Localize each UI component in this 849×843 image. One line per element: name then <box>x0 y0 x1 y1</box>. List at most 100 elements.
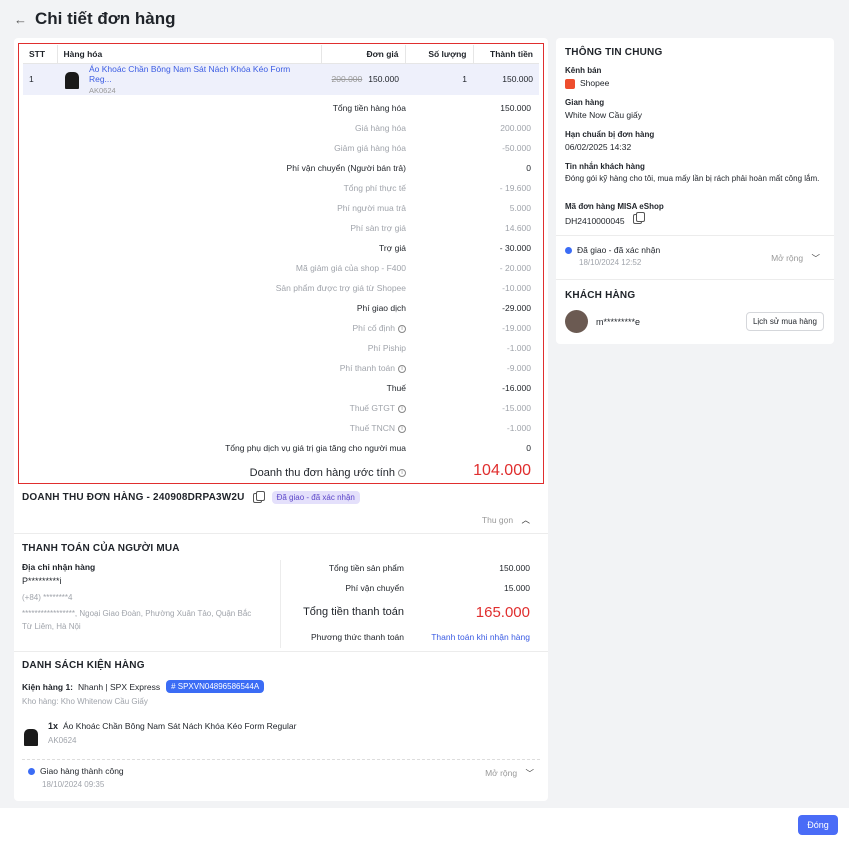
summary-row: Phí vận chuyển (Người bán trả) 0 <box>19 160 545 180</box>
col-qty: Số lượng <box>404 45 473 64</box>
summary-label: Phí Piship <box>367 343 406 353</box>
unit-price: 150.000 <box>368 74 399 84</box>
summary-value: -10.000 <box>502 283 531 293</box>
delivery-status: Giao hàng thành công <box>28 766 124 776</box>
summary-value: -9.000 <box>506 363 531 373</box>
order-title-row: DOANH THU ĐƠN HÀNG - 240908DRPA3W2U Đã g… <box>22 490 360 504</box>
status-timeline: Đã giao - đã xác nhận 18/10/2024 12:52 <box>565 245 660 267</box>
summary-label: Giảm giá hàng hóa <box>334 143 406 153</box>
summary-value: 0 <box>526 443 531 453</box>
warehouse: Kho hàng: Kho Whitenow Cầu Giấy <box>22 697 148 706</box>
arrow-left-icon[interactable]: ← <box>14 12 27 27</box>
summary-value: -29.000 <box>502 303 531 313</box>
summary-value: -16.000 <box>502 383 531 393</box>
col-stt: STT <box>23 45 57 64</box>
purchase-history-button[interactable]: Lịch sử mua hàng <box>745 312 824 331</box>
col-total: Thành tiền <box>472 45 539 64</box>
table-row: 1 Áo Khoác Chần Bông Nam Sát Nách Khóa K… <box>23 63 539 95</box>
summary-label: Thuế GTGT i <box>350 403 406 413</box>
summary-value: -15.000 <box>502 403 531 413</box>
collapse-button[interactable]: Thu gọn ︿ <box>482 514 530 526</box>
revenue-row: Doanh thu đơn hàng ước tính i 104.000 <box>19 459 545 485</box>
close-button[interactable]: Đóng <box>798 815 838 835</box>
delivery-date: 18/10/2024 09:35 <box>42 780 105 789</box>
summary-value: -19.000 <box>502 323 531 333</box>
address-label: Địa chỉ nhận hàng <box>22 562 96 572</box>
customer-title: KHÁCH HÀNG <box>565 290 636 301</box>
summary-label: Tổng phí thực tế <box>343 183 406 193</box>
summary-row: Tổng tiền hàng hóa 150.000 <box>19 100 545 120</box>
revenue-highlight-box: STT Hàng hóa Đơn giá Số lượng Thành tiền… <box>18 43 544 484</box>
check-circle-icon <box>565 247 572 255</box>
summary-value: -1.000 <box>506 423 531 433</box>
summary-label: Phí thanh toán i <box>340 363 406 373</box>
general-title: THÔNG TIN CHUNG <box>565 47 663 58</box>
expand-button[interactable]: Mở rộng ﹀ <box>771 252 820 264</box>
summary-value: 150.000 <box>500 103 531 113</box>
summary-label: Trợ giá <box>379 243 406 253</box>
chevron-up-icon: ︿ <box>521 515 530 525</box>
info-icon[interactable]: i <box>398 469 406 478</box>
summary-row: Phí người mua trả 5.000 <box>19 200 545 220</box>
package-line: Kiện hàng 1: Nhanh | SPX Express # SPXVN… <box>22 680 265 693</box>
summary-value: -1.000 <box>506 343 531 353</box>
summary-row: Tổng phụ dịch vụ giá trị gia tăng cho ng… <box>19 440 545 460</box>
chevron-down-icon: ﹀ <box>525 768 534 778</box>
revenue-value: 104.000 <box>473 462 531 479</box>
summary-value: 14.600 <box>505 223 531 233</box>
product-thumbnail <box>63 69 81 89</box>
divider <box>556 279 834 280</box>
summary-row: Sản phẩm được trợ giá từ Shopee -10.000 <box>19 280 545 300</box>
expand-button[interactable]: Mở rộng ﹀ <box>485 767 534 779</box>
footer-bar: Đóng <box>0 808 849 843</box>
product-thumbnail <box>22 726 40 746</box>
summary-label: Phí người mua trả <box>337 203 406 213</box>
summary-label: Thuế TNCN i <box>350 423 406 433</box>
copy-icon[interactable] <box>252 490 265 503</box>
revenue-label: Doanh thu đơn hàng ước tính <box>249 467 395 479</box>
summary-label: Phí cố định i <box>352 323 406 333</box>
divider <box>14 533 548 534</box>
summary-row: Phí giao dịch -29.000 <box>19 300 545 320</box>
summary-row: Thuế TNCN i -1.000 <box>19 420 545 440</box>
summary-label: Phí sàn trợ giá <box>350 223 406 233</box>
summary-value: 200.000 <box>500 123 531 133</box>
row-qty: 1 <box>405 63 473 95</box>
page-title: Chi tiết đơn hàng <box>35 9 176 28</box>
copy-icon[interactable] <box>632 212 645 224</box>
avatar <box>565 310 588 333</box>
payment-title: THANH TOÁN CỦA NGƯỜI MUA <box>22 543 180 554</box>
summary-row: Thuế -16.000 <box>19 380 545 400</box>
info-icon[interactable]: i <box>398 424 406 433</box>
order-title: DOANH THU ĐƠN HÀNG - 240908DRPA3W2U <box>22 492 245 503</box>
check-circle-icon <box>28 768 35 776</box>
tracking-code-tag[interactable]: # SPXVN04896586544A <box>166 680 265 693</box>
packages-title: DANH SÁCH KIỆN HÀNG <box>22 660 145 671</box>
order-detail-card: STT Hàng hóa Đơn giá Số lượng Thành tiền… <box>14 38 548 801</box>
summary-label: Thuế <box>386 383 406 393</box>
summary-label: Tổng tiền hàng hóa <box>332 103 406 113</box>
row-total: 150.000 <box>473 63 539 95</box>
recipient-address: *****************, Ngoại Giao Đoàn, Phườ… <box>22 609 252 631</box>
col-price: Đơn giá <box>320 45 405 64</box>
summary-row: Phí cố định i -19.000 <box>19 320 545 340</box>
info-icon[interactable]: i <box>398 404 406 413</box>
summary-value: - 19.600 <box>499 183 531 193</box>
summary-row: Phí Piship -1.000 <box>19 340 545 360</box>
shopee-icon <box>565 78 575 89</box>
status-badge: Đã giao - đã xác nhận <box>271 491 360 504</box>
summary-row: Mã giảm giá của shop - F400 - 20.000 <box>19 260 545 280</box>
product-link[interactable]: Áo Khoác Chần Bông Nam Sát Nách Khóa Kéo… <box>89 64 315 84</box>
summary-value: - 20.000 <box>499 263 531 273</box>
recipient-name: P*********i <box>22 576 62 586</box>
info-icon[interactable]: i <box>398 364 406 373</box>
summary-row: Phí sàn trợ giá 14.600 <box>19 220 545 240</box>
summary-row: Thuế GTGT i -15.000 <box>19 400 545 420</box>
divider <box>14 651 548 652</box>
divider <box>22 759 540 760</box>
divider <box>556 235 834 236</box>
old-price: 200.000 <box>331 74 363 84</box>
info-icon[interactable]: i <box>398 324 406 333</box>
summary-row: Trợ giá - 30.000 <box>19 240 545 260</box>
summary-value: 0 <box>526 163 531 173</box>
